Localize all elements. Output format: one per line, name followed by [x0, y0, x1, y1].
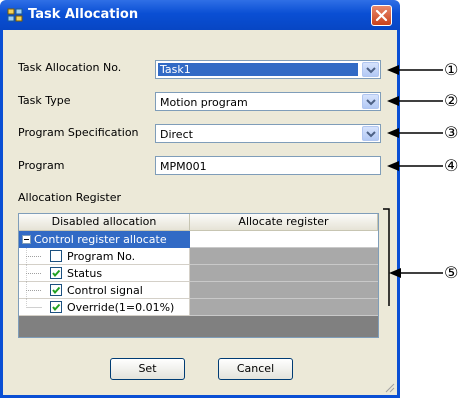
- program-specification-select[interactable]: Direct: [155, 124, 381, 143]
- row-register-cell[interactable]: [190, 299, 378, 316]
- row-label: Control signal: [67, 284, 143, 297]
- tree-connector: [26, 299, 42, 308]
- callout-arrows: [383, 65, 443, 306]
- row-label-cell: Control signal: [19, 282, 190, 299]
- task-type-value: Motion program: [160, 96, 248, 109]
- table-row[interactable]: Program No.: [19, 248, 378, 265]
- task-allocation-dialog: Task Allocation Task Allocation No. Task…: [0, 0, 400, 398]
- tree-connector: [26, 282, 42, 299]
- task-type-select[interactable]: Motion program: [155, 92, 381, 111]
- control-signal-checkbox[interactable]: [50, 284, 62, 296]
- program-no-checkbox[interactable]: [50, 250, 62, 262]
- task-allocation-icon: [7, 8, 23, 22]
- checkmark-icon: [52, 286, 61, 295]
- resize-grip-icon[interactable]: [383, 381, 395, 393]
- callout-3: ③: [444, 123, 459, 142]
- table-row[interactable]: Control signal: [19, 282, 378, 299]
- tree-connector: [26, 265, 42, 282]
- cancel-button[interactable]: Cancel: [218, 358, 293, 380]
- title-bar[interactable]: Task Allocation: [0, 0, 400, 30]
- task-type-dropdown-button[interactable]: [362, 94, 379, 109]
- callout-1: ①: [444, 60, 459, 79]
- row-label-cell: Program No.: [19, 248, 190, 265]
- column-header-allocate-register[interactable]: Allocate register: [190, 214, 378, 231]
- row-register-cell[interactable]: [190, 248, 378, 265]
- set-button[interactable]: Set: [110, 358, 185, 380]
- close-icon: [375, 9, 388, 22]
- row-label: Program No.: [67, 250, 136, 263]
- checkmark-icon: [52, 303, 61, 312]
- table-row[interactable]: Override(1=0.01%): [19, 299, 378, 316]
- allocation-register-grid: Disabled allocation Allocate register Co…: [18, 213, 379, 338]
- chevron-down-icon: [366, 131, 376, 138]
- window-title: Task Allocation: [28, 7, 139, 22]
- group-row-label: Control register allocate: [34, 233, 167, 246]
- program-specification-dropdown-button[interactable]: [362, 126, 379, 141]
- task-allocation-no-dropdown-button[interactable]: [362, 62, 379, 77]
- group-row-register-cell: [190, 231, 378, 248]
- chevron-down-icon: [366, 99, 376, 106]
- program-value: MPM001: [160, 160, 207, 173]
- override-checkbox[interactable]: [50, 301, 62, 313]
- row-register-cell[interactable]: [190, 265, 378, 282]
- task-allocation-no-label: Task Allocation No.: [18, 61, 122, 74]
- program-input[interactable]: MPM001: [155, 156, 381, 175]
- table-row[interactable]: Status: [19, 265, 378, 282]
- task-allocation-no-value: Task1: [158, 63, 358, 76]
- group-row[interactable]: Control register allocate: [19, 231, 378, 248]
- column-header-disabled-allocation[interactable]: Disabled allocation: [19, 214, 190, 231]
- checkmark-icon: [52, 269, 61, 278]
- tree-connector: [26, 248, 42, 265]
- callout-5: ⑤: [444, 263, 459, 282]
- callout-2: ②: [444, 91, 459, 110]
- chevron-down-icon: [366, 67, 376, 74]
- row-register-cell[interactable]: [190, 282, 378, 299]
- row-label: Status: [67, 267, 103, 280]
- collapse-icon[interactable]: [22, 235, 31, 244]
- callout-4: ④: [444, 156, 459, 175]
- status-checkbox[interactable]: [50, 267, 62, 279]
- row-label-cell: Status: [19, 265, 190, 282]
- program-specification-value: Direct: [160, 128, 193, 141]
- program-specification-label: Program Specification: [18, 126, 139, 139]
- allocation-register-label: Allocation Register: [18, 191, 122, 204]
- group-row-cell: Control register allocate: [19, 231, 190, 248]
- close-button[interactable]: [371, 5, 392, 26]
- row-label: Override(1=0.01%): [67, 301, 175, 314]
- program-label: Program: [18, 159, 65, 172]
- row-label-cell: Override(1=0.01%): [19, 299, 190, 316]
- task-allocation-no-select[interactable]: Task1: [155, 60, 381, 79]
- task-type-label: Task Type: [18, 94, 71, 107]
